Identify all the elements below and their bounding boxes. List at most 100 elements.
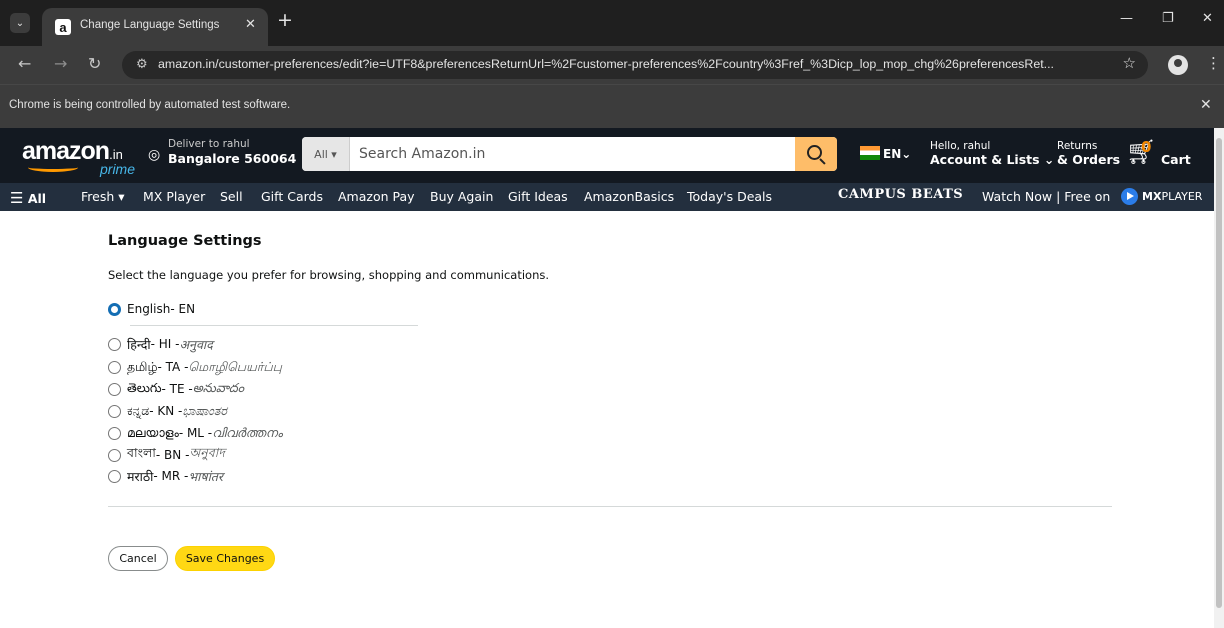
search-button[interactable]	[795, 137, 837, 171]
deliver-line2: Bangalore 560064	[168, 151, 297, 166]
language-option-bn[interactable]: বাংলা - BN - অনুবাদ	[108, 445, 225, 464]
option-native: తెలుగు	[127, 379, 162, 395]
language-option-te[interactable]: తెలుగు - TE - అనువాదం	[108, 380, 244, 398]
back-icon[interactable]: ←	[18, 54, 31, 74]
option-native: ಕನ್ನಡ	[127, 403, 150, 418]
radio-unselected[interactable]	[108, 382, 121, 396]
logo-suffix: .in	[109, 147, 123, 162]
language-option-mr[interactable]: मराठी - MR - भाषांतर	[108, 467, 223, 485]
window-close-icon[interactable]: ✕	[1202, 11, 1213, 26]
option-native: मराठी	[127, 468, 154, 484]
returns-orders[interactable]: Returns & Orders	[1057, 140, 1120, 167]
nav-item-buy-again[interactable]: Buy Again	[430, 189, 493, 204]
reload-icon[interactable]: ↻	[88, 54, 101, 74]
menu-icon[interactable]: ⋮	[1206, 54, 1221, 72]
option-divider	[130, 325, 418, 326]
returns-line2: & Orders	[1057, 152, 1121, 167]
option-code: - TA -	[157, 360, 189, 374]
amazon-favicon-icon: a	[55, 19, 71, 35]
tab-search-button[interactable]: ⌄	[10, 13, 30, 33]
minimize-icon[interactable]: —	[1120, 11, 1133, 26]
radio-unselected[interactable]	[108, 337, 121, 351]
nav-item-amazonbasics[interactable]: AmazonBasics	[584, 189, 674, 204]
account-lists[interactable]: Hello, rahul Account & Lists ⌄	[930, 140, 1054, 167]
tab-strip: ⌄ a Change Language Settings ✕ + — ❐ ✕	[0, 0, 1224, 46]
option-code: - ML -	[178, 426, 213, 440]
option-native: বাংলা	[127, 445, 156, 460]
option-code: - KN -	[149, 404, 183, 418]
scrollbar-thumb[interactable]	[1216, 138, 1222, 608]
mx-logo-bold: MX	[1142, 190, 1162, 203]
language-option-en[interactable]: English - EN	[108, 300, 195, 318]
radio-unselected[interactable]	[108, 426, 121, 440]
amazon-logo[interactable]: amazon.in prime	[22, 137, 135, 177]
option-code: - EN	[170, 302, 196, 316]
nav-all[interactable]: ☰ All	[10, 189, 46, 207]
nav-item-gift-ideas[interactable]: Gift Ideas	[508, 189, 568, 204]
cart-count: 0	[1141, 138, 1152, 156]
page-scrollbar[interactable]	[1214, 128, 1224, 628]
nav-item-amazon-pay[interactable]: Amazon Pay	[338, 189, 415, 204]
language-caret-icon: ⌄	[901, 147, 912, 161]
language-option-ta[interactable]: தமிழ் - TA - மொழிபெயர்ப்பு	[108, 358, 282, 376]
profile-avatar-icon[interactable]	[1168, 55, 1188, 75]
campus-beats-promo[interactable]: CAMPUS BEATS	[838, 187, 963, 202]
india-flag-icon	[860, 146, 880, 160]
language-code: EN	[883, 147, 902, 161]
search-category-dropdown[interactable]: All ▾	[302, 137, 350, 171]
new-tab-icon[interactable]: +	[277, 11, 293, 30]
automation-infobar: Chrome is being controlled by automated …	[0, 84, 1224, 128]
forward-icon[interactable]: →	[54, 54, 67, 74]
section-divider	[108, 506, 1112, 507]
language-option-ml[interactable]: മലയാളം - ML - വിവർത്തനം	[108, 424, 282, 442]
logo-text: amazon	[22, 137, 110, 165]
address-bar[interactable]: ⚙ amazon.in/customer-preferences/edit?ie…	[122, 51, 1148, 79]
option-translation: अनुवाद	[179, 336, 213, 352]
play-icon	[1121, 188, 1138, 205]
radio-unselected[interactable]	[108, 469, 121, 483]
account-label: Account & Lists ⌄	[930, 152, 1055, 167]
chevron-down-icon: ⌄	[15, 17, 25, 29]
nav-item-mx-player[interactable]: MX Player	[143, 189, 205, 204]
radio-selected[interactable]	[108, 302, 121, 316]
option-translation: மொழிபெயர்ப்பு	[188, 358, 282, 374]
radio-unselected[interactable]	[108, 360, 121, 374]
nav-item-fresh[interactable]: Fresh ▾	[81, 189, 125, 204]
option-native: हिन्दी	[127, 336, 151, 352]
language-selector[interactable]: EN⌄	[860, 146, 911, 161]
option-translation: ಭಾಷಾಂತರ	[182, 403, 228, 418]
option-native: മലയാളം	[127, 425, 179, 440]
save-changes-button[interactable]: Save Changes	[175, 546, 275, 571]
language-option-kn[interactable]: ಕನ್ನಡ - KN - ಭಾಷಾಂತರ	[108, 402, 227, 420]
promo-text[interactable]: Watch Now | Free on	[982, 189, 1110, 204]
category-nav: ☰ All Fresh ▾ MX Player Sell Gift Cards …	[0, 183, 1224, 211]
account-greeting: Hello, rahul	[930, 140, 991, 152]
radio-unselected[interactable]	[108, 448, 121, 462]
amazon-header: amazon.in prime ◎ Deliver to rahul Banga…	[0, 128, 1224, 183]
cart-button[interactable]: 🛒︎ 0 Cart	[1126, 138, 1200, 172]
restore-icon[interactable]: ❐	[1162, 11, 1174, 26]
bookmark-star-icon[interactable]: ☆	[1123, 54, 1136, 72]
radio-unselected[interactable]	[108, 404, 121, 418]
search-input[interactable]	[350, 137, 795, 171]
browser-tab[interactable]: a Change Language Settings ✕	[42, 8, 268, 46]
site-info-icon[interactable]: ⚙	[136, 57, 148, 72]
mxplayer-logo[interactable]: MXPLAYER	[1142, 190, 1202, 203]
option-code: - MR -	[153, 469, 189, 483]
hamburger-icon: ☰	[10, 189, 24, 207]
language-option-hi[interactable]: हिन्दी - HI - अनुवाद	[108, 335, 213, 353]
cancel-button[interactable]: Cancel	[108, 546, 168, 571]
option-code: - TE -	[161, 382, 193, 396]
infobar-text: Chrome is being controlled by automated …	[9, 99, 291, 111]
nav-item-gift-cards[interactable]: Gift Cards	[261, 189, 323, 204]
mx-logo-rest: PLAYER	[1161, 190, 1203, 203]
tab-close-icon[interactable]: ✕	[245, 17, 256, 32]
page-title: Language Settings	[108, 233, 262, 249]
nav-item-todays-deals[interactable]: Today's Deals	[687, 189, 772, 204]
deliver-line1: Deliver to rahul	[168, 138, 250, 150]
option-native: English	[127, 302, 171, 316]
nav-item-sell[interactable]: Sell	[220, 189, 243, 204]
logo-prime: prime	[100, 161, 136, 177]
infobar-close-icon[interactable]: ✕	[1200, 97, 1212, 113]
url-text[interactable]: amazon.in/customer-preferences/edit?ie=U…	[158, 57, 1118, 71]
